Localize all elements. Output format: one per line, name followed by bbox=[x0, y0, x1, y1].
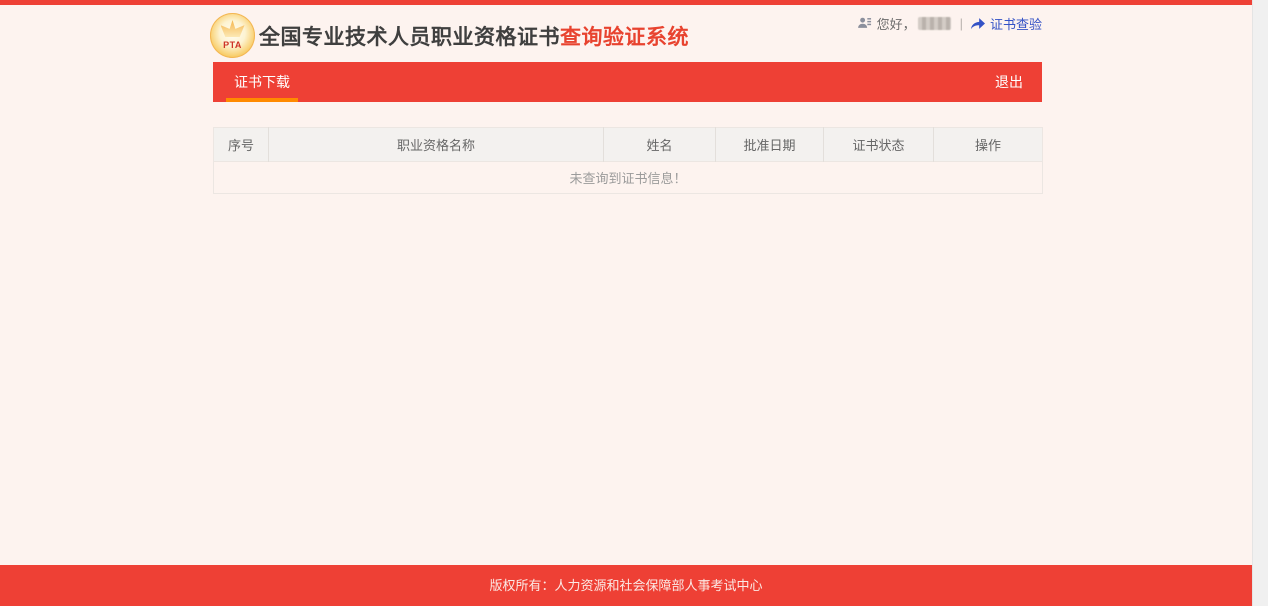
brand: PTA 全国专业技术人员职业资格证书查询验证系统 bbox=[210, 13, 689, 58]
share-arrow-icon bbox=[970, 17, 986, 31]
scrollbar-track[interactable] bbox=[1252, 0, 1268, 606]
copyright-text: 版权所有：人力资源和社会保障部人事考试中心 bbox=[489, 578, 763, 593]
pta-logo-icon: PTA bbox=[210, 13, 255, 58]
page-title-accent: 查询验证系统 bbox=[560, 25, 689, 49]
page-title: 全国专业技术人员职业资格证书查询验证系统 bbox=[259, 21, 689, 51]
column-header-status: 证书状态 bbox=[823, 127, 934, 162]
user-bar: 您好， | 证书查验 bbox=[857, 14, 1042, 33]
logo-text: PTA bbox=[223, 40, 242, 50]
table-header-row: 序号 职业资格名称 姓名 批准日期 证书状态 操作 bbox=[213, 127, 1043, 162]
divider: | bbox=[959, 16, 963, 31]
empty-state-message: 未查询到证书信息！ bbox=[213, 161, 1043, 194]
header: PTA 全国专业技术人员职业资格证书查询验证系统 您好， | 证书查验 bbox=[210, 5, 1042, 62]
user-icon bbox=[857, 16, 872, 31]
empty-state-row: 未查询到证书信息！ bbox=[213, 161, 1043, 194]
nav-bar: 证书下载 退出 bbox=[213, 62, 1042, 102]
column-header-action: 操作 bbox=[933, 127, 1043, 162]
footer: 版权所有：人力资源和社会保障部人事考试中心 bbox=[0, 565, 1252, 606]
content-container: PTA 全国专业技术人员职业资格证书查询验证系统 您好， | 证书查验 证书下载… bbox=[210, 5, 1043, 194]
column-header-name: 职业资格名称 bbox=[268, 127, 604, 162]
page: PTA 全国专业技术人员职业资格证书查询验证系统 您好， | 证书查验 证书下载… bbox=[0, 0, 1268, 606]
greeting-text: 您好， bbox=[876, 17, 916, 32]
user-name-redacted bbox=[917, 17, 951, 30]
certificates-table: 序号 职业资格名称 姓名 批准日期 证书状态 操作 未查询到证书信息！ bbox=[213, 127, 1043, 194]
logo-flame-shape bbox=[220, 20, 245, 37]
column-header-seq: 序号 bbox=[213, 127, 269, 162]
logout-button[interactable]: 退出 bbox=[995, 72, 1023, 92]
column-header-person: 姓名 bbox=[603, 127, 716, 162]
certificate-verify-link[interactable]: 证书查验 bbox=[970, 14, 1042, 33]
column-header-date: 批准日期 bbox=[715, 127, 824, 162]
verify-link-label: 证书查验 bbox=[989, 17, 1042, 32]
tab-label: 证书下载 bbox=[234, 74, 290, 90]
page-title-main: 全国专业技术人员职业资格证书 bbox=[259, 25, 560, 49]
tab-certificate-download[interactable]: 证书下载 bbox=[226, 62, 298, 102]
